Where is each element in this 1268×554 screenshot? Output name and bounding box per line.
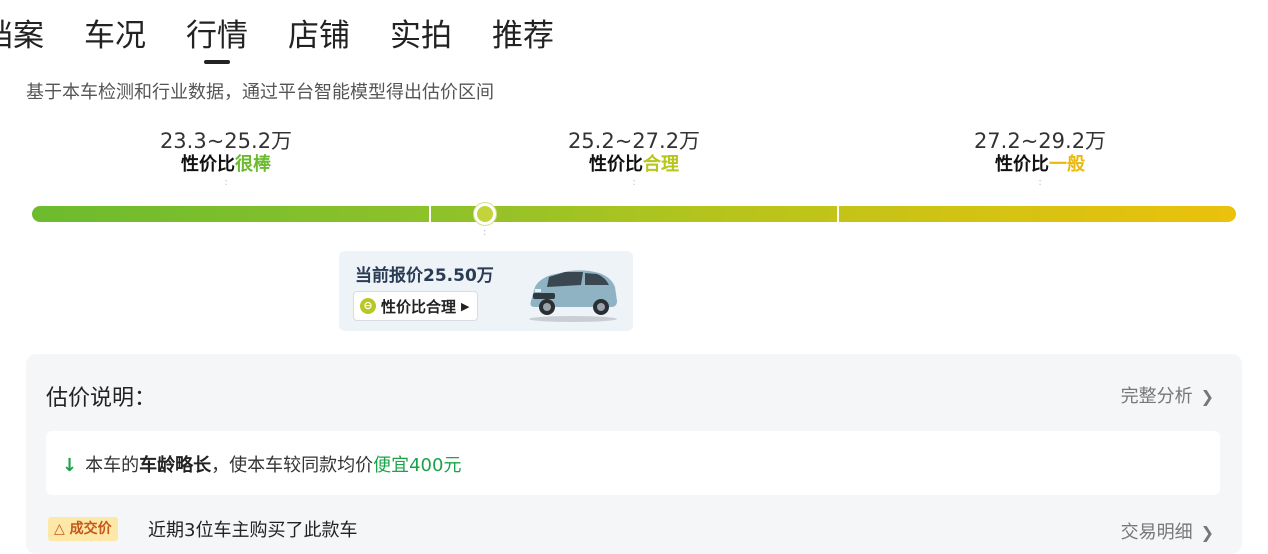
range-rating: 性价比很棒 — [76, 153, 376, 177]
price-rating-chip[interactable]: ⊖ 性价比合理 ▶ — [353, 291, 479, 321]
panel-title: 估价说明： — [46, 386, 157, 411]
detail-emphasis: 车龄略长 — [139, 455, 212, 476]
chevron-right-icon: ❯ — [1200, 387, 1214, 406]
dots-connector: : — [483, 227, 487, 238]
play-arrow-icon: ▶ — [461, 299, 470, 313]
current-price-label: 当前报价25.50万 — [355, 266, 494, 286]
current-price-card: 当前报价25.50万 ⊖ 性价比合理 ▶ — [339, 251, 633, 331]
tab-recommend[interactable]: 推荐 — [492, 14, 554, 58]
valuation-subtitle: 基于本车检测和行业数据，通过平台智能模型得出估价区间 — [26, 82, 494, 103]
price-rating-label: 性价比合理 — [381, 297, 457, 316]
range-label-average: 27.2~29.2万 性价比一般 : — [890, 129, 1190, 189]
rating-word: 一般 — [1049, 154, 1085, 175]
range-label-fair: 25.2~27.2万 性价比合理 : — [484, 129, 784, 189]
tab-condition[interactable]: 车况 — [84, 14, 146, 58]
detail-prefix: 本车的 — [85, 455, 140, 476]
price-range-bar — [32, 206, 1236, 222]
arrow-down-icon: ↓ — [62, 455, 78, 476]
transaction-detail-label: 交易明细 — [1120, 522, 1193, 543]
bar-divider — [429, 206, 431, 222]
range-value: 23.3~25.2万 — [159, 129, 293, 153]
deal-text: 近期3位车主购买了此款车 — [148, 520, 358, 541]
full-analysis-label: 完整分析 — [1120, 386, 1193, 407]
detail-middle: ，使本车较同款均价 — [211, 455, 374, 476]
rating-prefix: 性价比 — [589, 154, 643, 175]
deal-tag-label: 成交价 — [69, 521, 112, 537]
dots-connector: : — [224, 177, 228, 188]
valuation-panel: 估价说明： 完整分析 ❯ ↓ 本车的车龄略长，使本车较同款均价便宜400元 △ 成交… — [26, 354, 1242, 554]
bar-divider — [837, 206, 839, 222]
transaction-detail-link[interactable]: 交易明细 ❯ — [1121, 518, 1214, 544]
valuation-detail-row: ↓ 本车的车龄略长，使本车较同款均价便宜400元 — [46, 431, 1220, 495]
bell-icon: △ — [54, 521, 65, 537]
range-label-great: 23.3~25.2万 性价比很棒 : — [76, 129, 376, 189]
range-value: 25.2~27.2万 — [567, 129, 701, 153]
range-rating: 性价比合理 — [484, 153, 784, 177]
range-value: 27.2~29.2万 — [973, 129, 1107, 153]
car-image — [529, 270, 617, 322]
tab-archive[interactable]: 档案 — [0, 14, 44, 58]
tab-store[interactable]: 店铺 — [288, 14, 350, 58]
tab-bar: 档案 车况 行情 店铺 实拍 推荐 — [0, 14, 594, 64]
tab-market[interactable]: 行情 — [186, 14, 248, 64]
rating-prefix: 性价比 — [995, 154, 1049, 175]
rating-word: 很棒 — [235, 154, 271, 175]
smile-icon: ⊖ — [360, 298, 376, 314]
deal-price-tag: △ 成交价 — [48, 517, 118, 541]
dots-connector: : — [632, 177, 636, 188]
full-analysis-link[interactable]: 完整分析 ❯ — [1121, 382, 1214, 408]
valuation-detail: ↓ 本车的车龄略长，使本车较同款均价便宜400元 — [62, 451, 461, 477]
range-rating: 性价比一般 — [890, 153, 1190, 177]
current-price-marker — [474, 203, 496, 225]
detail-highlight: 便宜400元 — [373, 455, 462, 476]
tab-photos[interactable]: 实拍 — [390, 14, 452, 58]
rating-prefix: 性价比 — [181, 154, 235, 175]
rating-word: 合理 — [643, 154, 679, 175]
chevron-right-icon: ❯ — [1200, 523, 1214, 542]
dots-connector: : — [1038, 177, 1042, 188]
